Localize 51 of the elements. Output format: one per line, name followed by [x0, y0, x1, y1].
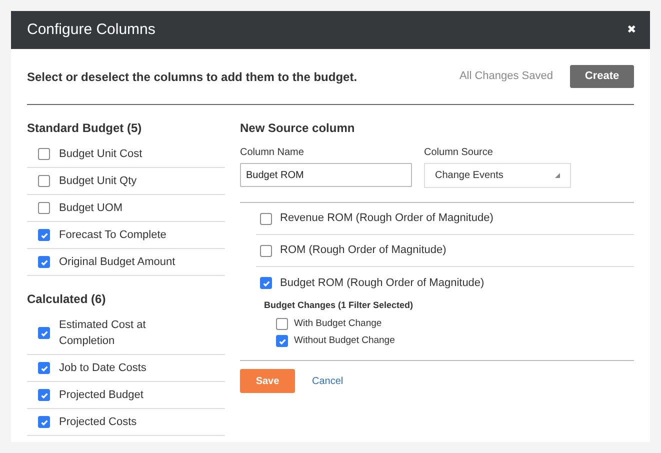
cancel-link[interactable]: Cancel	[312, 374, 344, 388]
column-option[interactable]: Budget UOM	[27, 195, 225, 222]
caret-icon	[555, 173, 560, 178]
checkbox[interactable]	[260, 277, 272, 289]
column-name-field[interactable]: Budget ROM	[240, 163, 412, 187]
column-option[interactable]: Original Budget Amount	[27, 249, 225, 276]
check-icon	[40, 364, 48, 372]
filter-option[interactable]: With Budget Change	[264, 316, 634, 332]
checkbox[interactable]	[276, 335, 288, 347]
save-status: All Changes Saved	[459, 69, 553, 84]
checkbox[interactable]	[276, 318, 288, 330]
source-option[interactable]: Budget ROM (Rough Order of Magnitude)	[256, 267, 634, 299]
group-title: Calculated (6)	[27, 291, 107, 308]
field-label: Column Source	[424, 146, 494, 160]
checkbox[interactable]	[38, 416, 50, 428]
check-icon	[40, 390, 48, 400]
column-source-dropdown[interactable]: Change Events	[424, 163, 571, 188]
filter-option[interactable]: Without Budget Change	[264, 332, 634, 350]
column-option[interactable]: Projected Budget	[27, 382, 225, 409]
check-icon	[40, 230, 48, 240]
instructions: Select or deselect the columns to add them to the budget.	[27, 68, 358, 86]
check-icon	[40, 418, 48, 426]
field-label: Column Name	[240, 146, 305, 160]
checkbox[interactable]	[38, 175, 50, 187]
checkbox[interactable]	[38, 327, 50, 339]
checkbox[interactable]	[260, 212, 272, 224]
create-button[interactable]: Create	[570, 65, 634, 88]
check-icon	[40, 258, 48, 266]
column-option[interactable]: Estimated Cost at Completion	[27, 312, 225, 355]
filter-title: Budget Changes (1 Filter Selected)	[264, 299, 414, 312]
checkbox[interactable]	[38, 389, 50, 401]
check-icon	[262, 278, 270, 288]
checkbox[interactable]	[38, 256, 50, 268]
column-option[interactable]: Forecast To Complete	[27, 222, 225, 249]
checkbox[interactable]	[260, 244, 272, 256]
group-title: Standard Budget (5)	[27, 120, 143, 137]
column-option[interactable]: Projected Costs	[27, 409, 225, 436]
window-title: Configure Columns	[27, 20, 156, 40]
column-option[interactable]: Budget Unit Qty	[27, 168, 225, 195]
column-option[interactable]: Job to Date Costs	[27, 355, 225, 382]
close-button[interactable]: ✖	[627, 22, 636, 38]
checkbox[interactable]	[38, 362, 50, 374]
checkbox[interactable]	[38, 202, 50, 214]
source-option[interactable]: ROM (Rough Order of Magnitude)	[256, 235, 634, 267]
checkbox[interactable]	[38, 229, 50, 241]
check-icon	[278, 336, 286, 346]
source-option[interactable]: Revenue ROM (Rough Order of Magnitude)	[256, 203, 634, 235]
column-option[interactable]: Budget Unit Cost	[27, 141, 225, 168]
section-title: New Source column	[240, 120, 356, 137]
checkbox[interactable]	[38, 148, 50, 160]
check-icon	[40, 328, 48, 338]
